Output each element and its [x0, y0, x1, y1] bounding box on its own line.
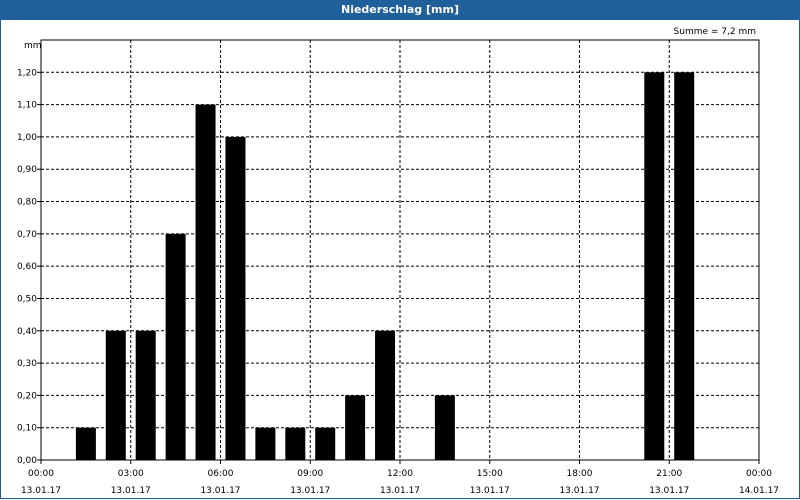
x-tick-time: 21:00 [656, 469, 682, 479]
x-tick-time: 12:00 [387, 469, 413, 479]
bar [315, 427, 336, 460]
y-tick-label: 0,10 [17, 424, 37, 434]
bar [434, 395, 455, 460]
y-tick-label: 0,90 [17, 165, 37, 175]
x-tick-date: 13.01.17 [470, 486, 510, 496]
x-tick-date: 13.01.17 [290, 486, 330, 496]
bar [135, 330, 156, 460]
bar [165, 233, 186, 460]
y-tick-label: 0,00 [17, 456, 37, 466]
x-tick-date: 13.01.17 [380, 486, 420, 496]
x-tick-time: 15:00 [477, 469, 503, 479]
x-tick-date: 13.01.17 [649, 486, 689, 496]
bar [285, 427, 306, 460]
y-tick-label: 0,20 [17, 391, 37, 401]
x-tick-time: 03:00 [118, 469, 144, 479]
bar [674, 72, 695, 461]
y-tick-label: 0,80 [17, 198, 37, 208]
x-tick-date: 13.01.17 [559, 486, 599, 496]
x-tick-date: 13.01.17 [111, 486, 151, 496]
bar [375, 330, 396, 460]
y-tick-label: 0,40 [17, 327, 37, 337]
x-tick-date: 14.01.17 [739, 486, 779, 496]
sum-annotation: Summe = 7,2 mm [674, 27, 756, 37]
x-tick-time: 06:00 [208, 469, 234, 479]
x-tick-time: 09:00 [297, 469, 323, 479]
bar [75, 427, 96, 460]
x-tick-date: 13.01.17 [200, 486, 240, 496]
bar [255, 427, 276, 460]
y-tick-label: 0,70 [17, 230, 37, 240]
y-tick-label: 0,60 [17, 262, 37, 272]
y-tick-label: 0,50 [17, 294, 37, 304]
bar [345, 395, 366, 460]
y-tick-label: 1,20 [17, 68, 37, 78]
bar [195, 104, 216, 460]
bar [105, 330, 126, 460]
precipitation-chart: mm Summe = 7,2 mm 0,00 0,10 0,20 0,30 0,40 0,… [17, 27, 779, 496]
bar [225, 136, 246, 460]
bar [644, 72, 665, 461]
x-tick-date: 13.01.17 [21, 486, 61, 496]
x-tick-time: 00:00 [28, 469, 54, 479]
x-tick-time: 18:00 [567, 469, 593, 479]
y-tick-label: 1,10 [17, 101, 37, 111]
y-tick-label: 0,30 [17, 359, 37, 369]
y-axis-label: mm [24, 41, 42, 51]
x-tick-time: 00:00 [746, 469, 772, 479]
y-tick-label: 1,00 [17, 133, 37, 143]
